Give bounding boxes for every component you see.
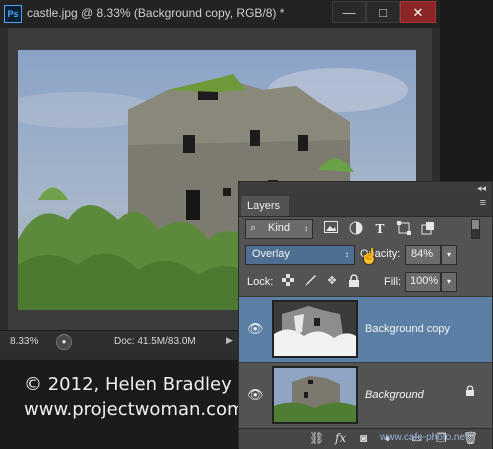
shape-filter-icon[interactable] bbox=[396, 221, 412, 237]
smart-object-filter-icon[interactable] bbox=[420, 221, 436, 237]
filter-kind-select[interactable]: ⌕ Kind ↕ bbox=[245, 219, 313, 239]
lock-all-icon[interactable] bbox=[347, 274, 361, 288]
mask-icon[interactable]: ◙ bbox=[360, 431, 367, 445]
hand-cursor-icon: ☝ bbox=[360, 248, 379, 265]
zoom-level-field[interactable]: 8.33% bbox=[4, 334, 52, 350]
site-watermark: www.cafe-photo.net bbox=[380, 432, 468, 443]
maximize-button[interactable]: □ bbox=[366, 1, 400, 23]
fill-field[interactable]: 100% bbox=[405, 272, 441, 292]
title-bar[interactable]: Ps castle.jpg @ 8.33% (Background copy, … bbox=[0, 0, 440, 28]
layer-lock-icon bbox=[465, 385, 475, 400]
layer-name[interactable]: Background bbox=[365, 389, 424, 401]
lock-position-move-icon[interactable]: ✥ bbox=[325, 274, 339, 288]
search-icon: ⌕ bbox=[250, 222, 257, 234]
type-filter-icon[interactable]: T bbox=[372, 221, 388, 237]
blend-mode-select[interactable]: Overlay ↕ bbox=[245, 245, 355, 265]
layer-thumbnail bbox=[272, 300, 358, 358]
adjustment-filter-icon[interactable] bbox=[348, 221, 364, 237]
close-button[interactable]: ✕ bbox=[400, 1, 436, 23]
updown-icon: ↕ bbox=[345, 250, 349, 259]
visibility-eye-icon[interactable]: 👁 bbox=[247, 387, 264, 403]
layer-row-background[interactable]: 👁 Background bbox=[239, 362, 492, 429]
status-info-icon[interactable]: ● bbox=[56, 334, 72, 350]
fx-icon[interactable]: fx bbox=[335, 431, 346, 445]
status-menu-arrow-icon[interactable]: ▶ bbox=[226, 335, 233, 346]
photoshop-app-icon: Ps bbox=[4, 5, 22, 23]
document-size: Doc: 41.5M/83.0M bbox=[114, 336, 196, 347]
tab-layers[interactable]: Layers bbox=[241, 196, 289, 216]
blend-mode-value: Overlay bbox=[252, 248, 290, 260]
document-title: castle.jpg @ 8.33% (Background copy, RGB… bbox=[27, 6, 285, 20]
lock-transparency-icon[interactable] bbox=[281, 274, 295, 288]
image-filter-icon[interactable] bbox=[323, 221, 339, 237]
filter-kind-label: Kind bbox=[268, 222, 291, 234]
link-icon[interactable]: ⛓ bbox=[309, 431, 324, 445]
collapse-panel-icon[interactable]: ◂◂ bbox=[477, 182, 486, 194]
minimize-button[interactable]: — bbox=[332, 1, 366, 23]
lock-label: Lock: bbox=[247, 276, 274, 288]
layer-thumbnail bbox=[272, 366, 358, 424]
opacity-dropdown-icon[interactable]: ▾ bbox=[441, 245, 457, 265]
copyright-text: © 2012, Helen Bradley bbox=[24, 374, 232, 395]
fill-label: Fill: bbox=[384, 276, 402, 288]
panel-menu-icon[interactable]: ≡ bbox=[480, 197, 486, 209]
panel-tab-row: Layers ≡ bbox=[239, 194, 492, 217]
close-icon: ✕ bbox=[412, 5, 424, 20]
layer-name[interactable]: Background copy bbox=[365, 323, 450, 335]
minimize-icon: — bbox=[342, 5, 356, 20]
maximize-icon: □ bbox=[379, 5, 387, 20]
layers-panel: ◂◂ Layers ≡ ⌕ Kind ↕ T Overlay ↕ Opacity… bbox=[238, 181, 493, 449]
lock-pixels-brush-icon[interactable] bbox=[303, 274, 317, 288]
panel-header-strip[interactable]: ◂◂ bbox=[239, 182, 492, 194]
website-text: www.projectwoman.com bbox=[24, 399, 245, 420]
visibility-eye-icon[interactable]: 👁 bbox=[247, 321, 264, 337]
filter-toggle-switch[interactable] bbox=[471, 219, 480, 239]
fill-dropdown-icon[interactable]: ▾ bbox=[441, 272, 457, 292]
opacity-field[interactable]: 84% bbox=[405, 245, 441, 265]
updown-icon: ↕ bbox=[304, 224, 308, 233]
layer-row-background-copy[interactable]: 👁 Background copy bbox=[239, 296, 492, 363]
